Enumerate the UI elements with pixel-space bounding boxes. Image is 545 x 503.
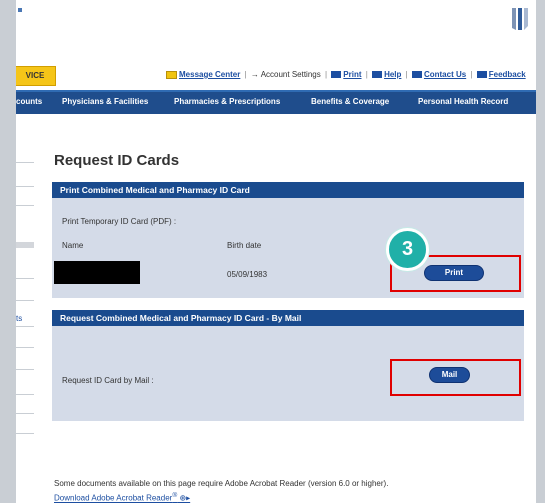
web-page: VICE Message Center | → Account Settings…: [16, 0, 536, 503]
birth-date-column-header: Birth date: [227, 241, 262, 250]
nav-item-accounts[interactable]: counts: [16, 97, 42, 106]
redacted-name: [54, 261, 140, 284]
help-link[interactable]: Help: [384, 70, 401, 79]
birth-date-value: 05/09/1983: [227, 270, 268, 279]
print-icon: [331, 71, 342, 79]
nav-item-pharmacies[interactable]: Pharmacies & Prescriptions: [174, 97, 280, 106]
step-number-badge: 3: [386, 228, 429, 271]
message-center-link[interactable]: Message Center: [179, 70, 240, 79]
arrow-icon: →: [250, 70, 259, 79]
acrobat-notice: Some documents available on this page re…: [54, 479, 389, 488]
contact-icon: [411, 71, 422, 79]
help-icon: [372, 71, 383, 79]
print-panel-heading: Print Combined Medical and Pharmacy ID C…: [52, 182, 524, 198]
nav-item-physicians[interactable]: Physicians & Facilities: [62, 97, 148, 106]
feedback-icon: [476, 71, 487, 79]
print-button[interactable]: Print: [424, 265, 484, 281]
envelope-icon: [166, 70, 177, 79]
contact-us-link[interactable]: Contact Us: [424, 70, 466, 79]
page-title: Request ID Cards: [54, 152, 180, 169]
mail-id-card-label: Request ID Card by Mail :: [62, 376, 154, 385]
feedback-link[interactable]: Feedback: [489, 70, 526, 79]
account-settings-link[interactable]: Account Settings: [261, 70, 321, 79]
utility-links: Message Center | → Account Settings | Pr…: [166, 70, 526, 79]
mail-button[interactable]: Mail: [429, 367, 470, 383]
print-link[interactable]: Print: [343, 70, 361, 79]
name-column-header: Name: [62, 241, 84, 250]
nav-item-health-record[interactable]: Personal Health Record: [418, 97, 508, 106]
temp-id-card-label: Print Temporary ID Card (PDF) :: [62, 217, 177, 226]
main-nav: counts Physicians & Facilities Pharmacie…: [16, 90, 536, 114]
mail-panel-heading: Request Combined Medical and Pharmacy ID…: [52, 310, 524, 326]
download-acrobat-link[interactable]: Download Adobe Acrobat Reader® ⊕▸: [54, 492, 190, 503]
sidebar-link-partial[interactable]: ts: [16, 314, 22, 323]
nav-item-benefits[interactable]: Benefits & Coverage: [311, 97, 389, 106]
logo-icon: [512, 8, 528, 30]
screenshot-frame: VICE Message Center | → Account Settings…: [0, 0, 545, 503]
top-dot: [18, 8, 22, 12]
service-badge[interactable]: VICE: [16, 66, 56, 86]
